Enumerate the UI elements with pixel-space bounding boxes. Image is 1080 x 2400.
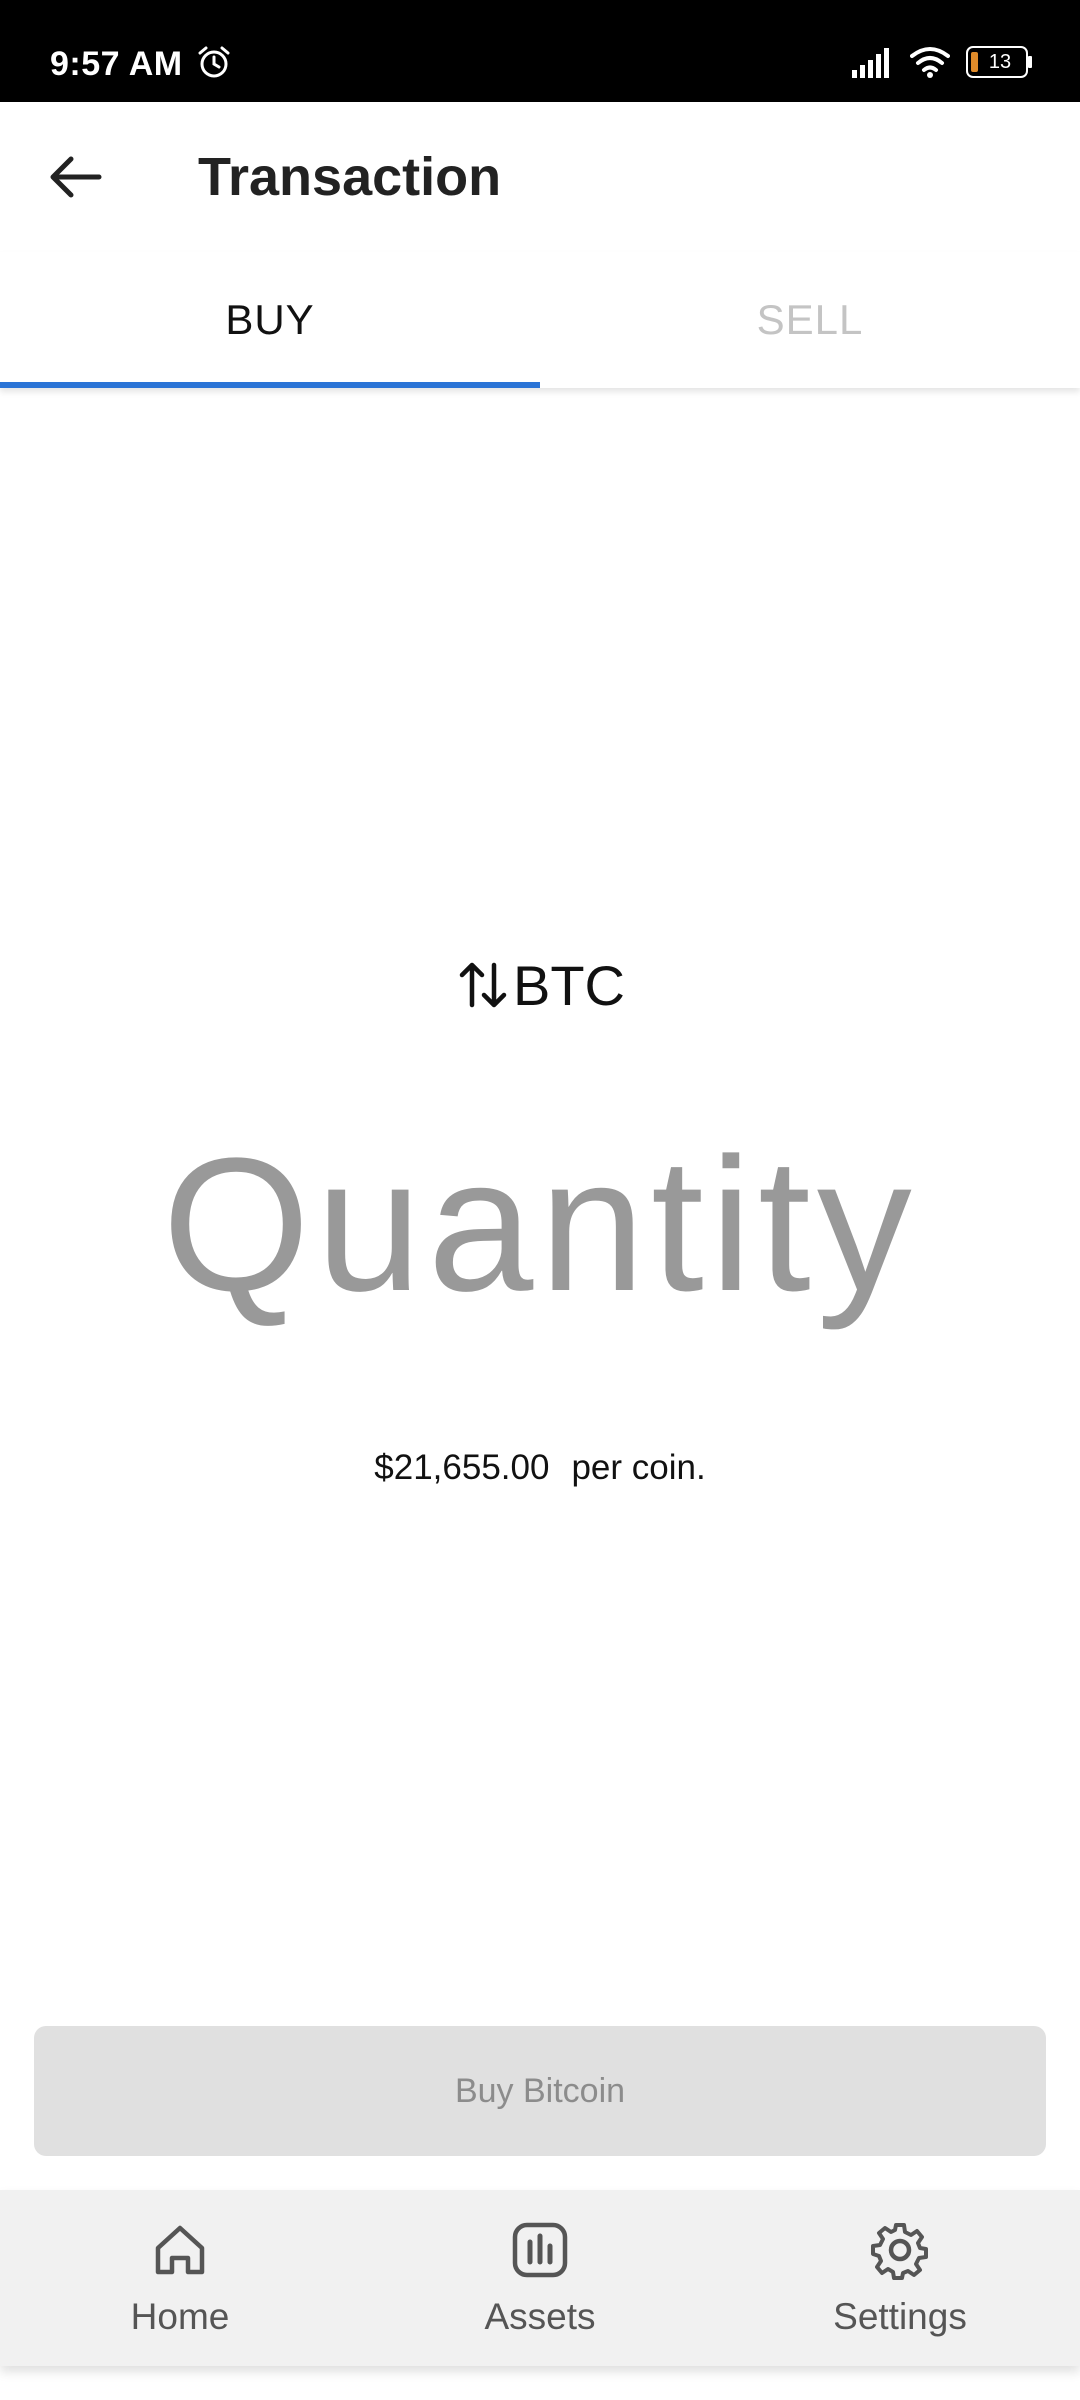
back-button[interactable] <box>30 132 120 222</box>
nav-home[interactable]: Home <box>0 2190 360 2366</box>
tab-buy[interactable]: BUY <box>0 252 540 388</box>
swap-vertical-icon <box>459 962 507 1008</box>
tab-sell[interactable]: SELL <box>540 252 1080 388</box>
nav-settings-label: Settings <box>833 2296 967 2337</box>
signal-icon <box>852 48 889 78</box>
wifi-icon <box>910 47 950 78</box>
alarm-icon <box>198 46 230 78</box>
nav-assets[interactable]: Assets <box>360 2190 720 2366</box>
tab-bar: BUY SELL <box>0 252 1080 388</box>
home-icon <box>155 2225 205 2275</box>
currency-label: BTC <box>513 953 625 1017</box>
status-time: 9:57 AM <box>50 45 183 83</box>
currency-toggle[interactable]: BTC <box>440 945 640 1025</box>
nav-home-label: Home <box>130 2296 230 2337</box>
bottom-nav: Home Assets Settings <box>0 2190 1080 2366</box>
nav-settings[interactable]: Settings <box>720 2190 1080 2366</box>
bar-chart-icon <box>512 2222 568 2278</box>
gear-icon <box>871 2223 928 2280</box>
buy-bitcoin-button[interactable]: Buy Bitcoin <box>34 2026 1046 2156</box>
battery-level: 13 <box>988 51 1012 73</box>
nav-assets-label: Assets <box>484 2296 596 2337</box>
battery-icon: 13 <box>966 46 1032 78</box>
page-title: Transaction <box>198 147 502 207</box>
price-per-coin: $21,655.00 per coin. <box>0 1448 1080 1488</box>
status-bar: 9:57 AM 13 <box>0 0 1080 102</box>
price-suffix: per coin. <box>571 1448 706 1487</box>
arrow-left-icon <box>50 156 102 198</box>
price-value: $21,655.00 <box>374 1448 550 1487</box>
quantity-input[interactable]: Quantity <box>0 1130 1080 1320</box>
app-bar: Transaction <box>0 102 1080 252</box>
active-tab-indicator <box>0 382 540 388</box>
